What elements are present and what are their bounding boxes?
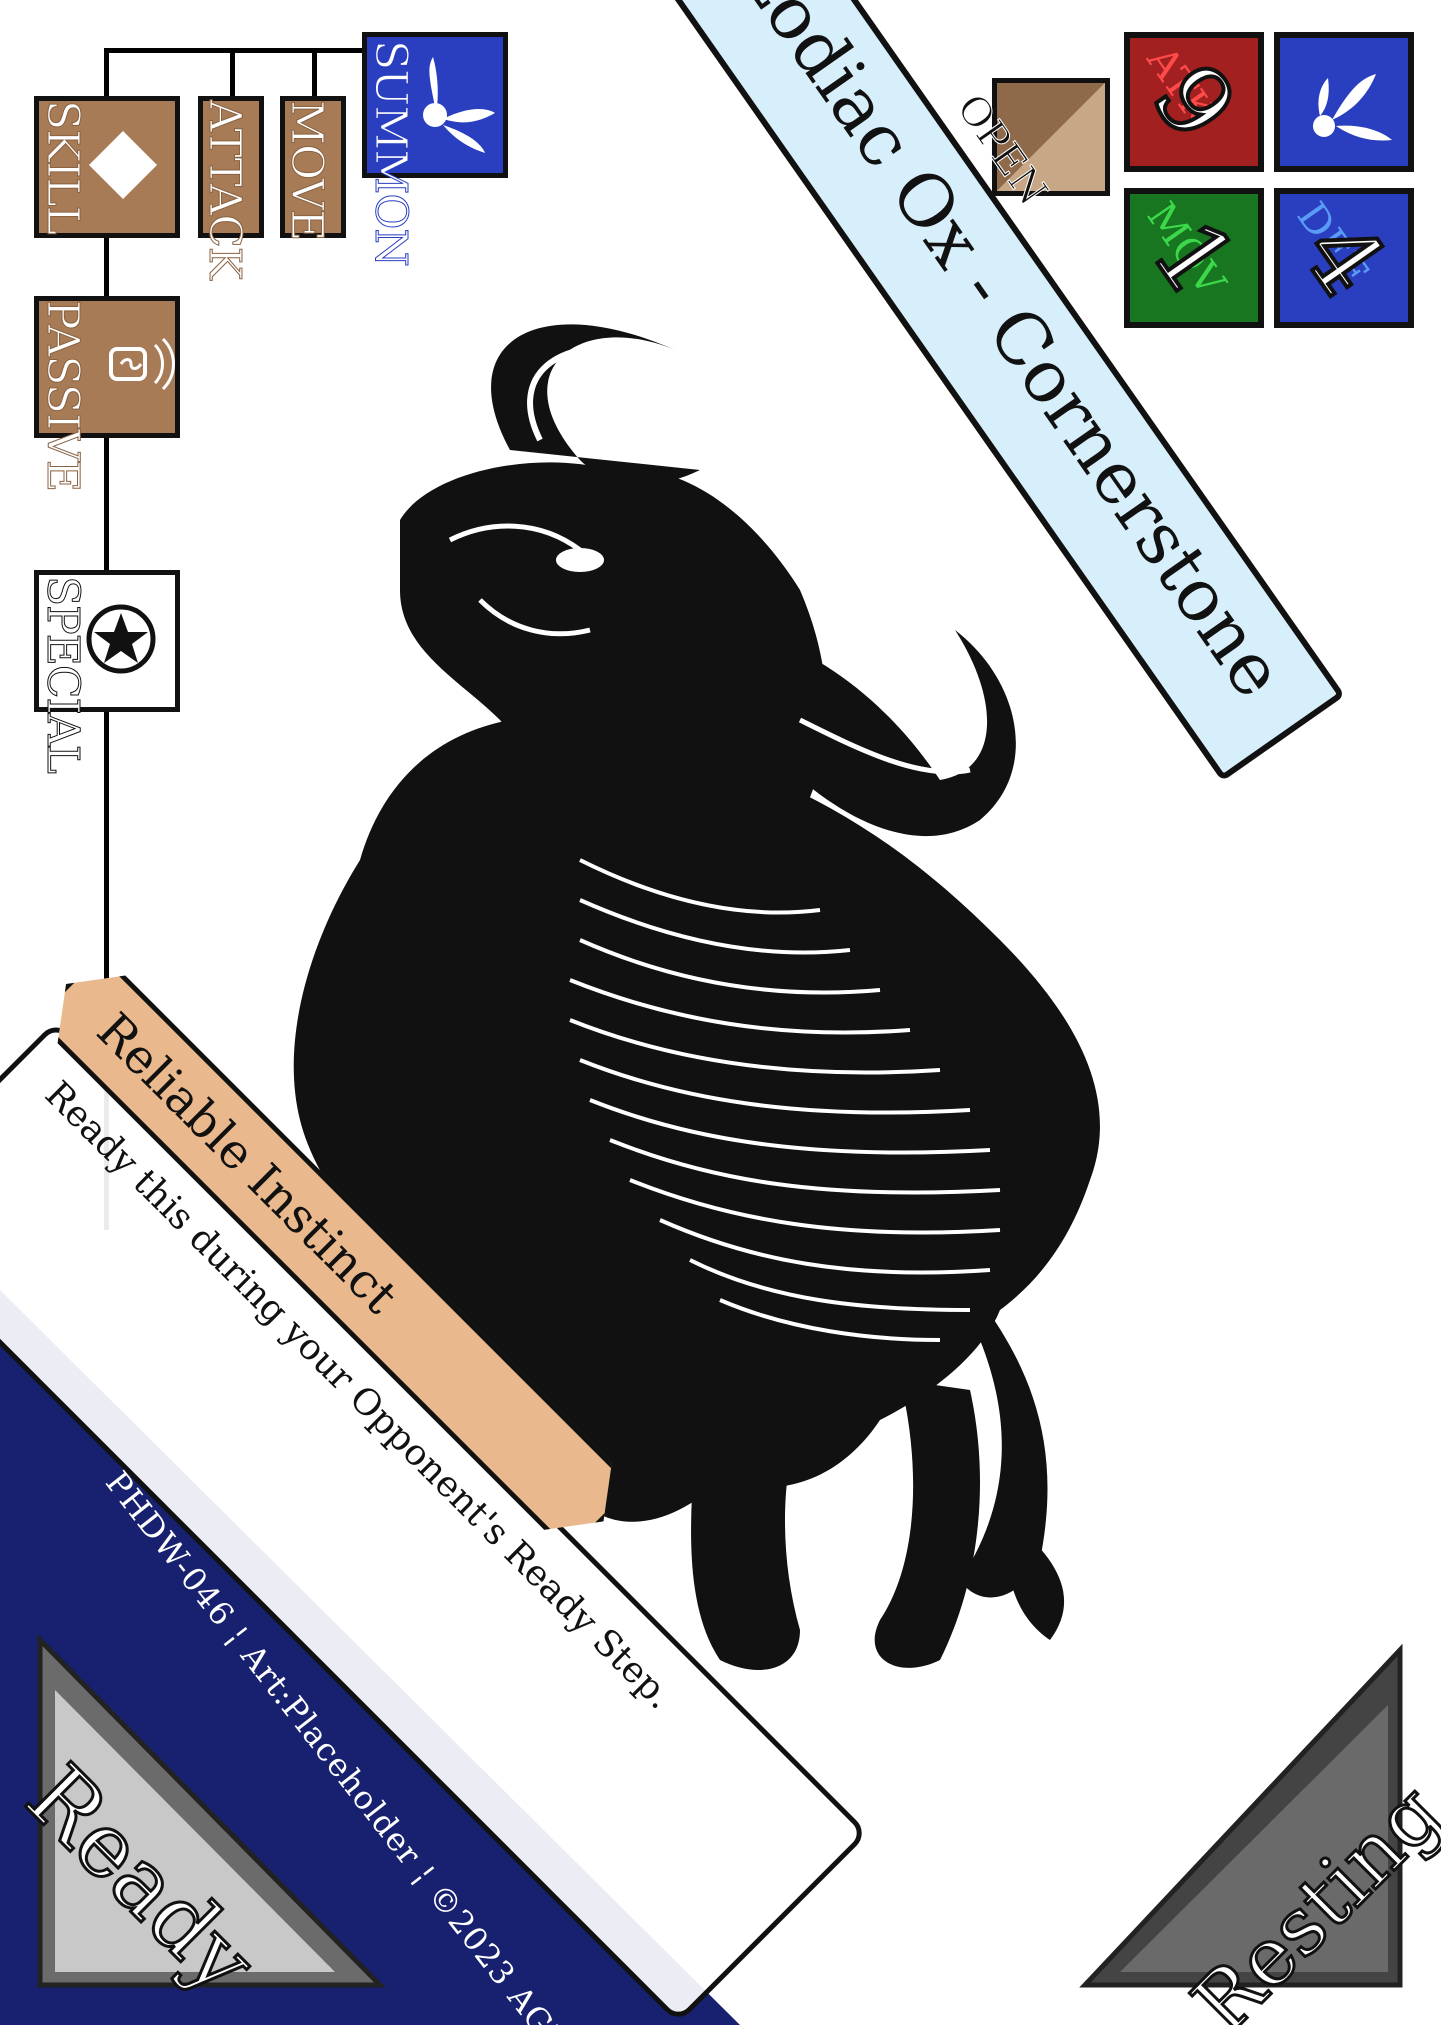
- move-label: MOVE: [281, 99, 333, 241]
- fairy-icon: [1313, 74, 1392, 141]
- skill-label: SKILL: [37, 100, 89, 235]
- atk-value: 9: [1129, 43, 1260, 161]
- atk-stat: ATK 9: [1124, 32, 1264, 172]
- attack-label: ATTACK: [199, 100, 251, 280]
- summon-stat: [1274, 32, 1414, 172]
- special-label: SPECIAL: [37, 576, 89, 774]
- game-card: SUMMON MOVE ATTACK SKILL PASSIVE SPECIAL…: [0, 0, 1441, 2025]
- tree-line: [104, 48, 109, 98]
- tree-line: [230, 48, 235, 96]
- def-stat: DEF 4: [1274, 188, 1414, 328]
- def-value: 4: [1279, 199, 1410, 317]
- tree-line: [312, 48, 317, 96]
- tree-line-top: [104, 48, 366, 53]
- passive-label: PASSIVE: [37, 299, 89, 492]
- summon-label: SUMMON: [365, 40, 417, 267]
